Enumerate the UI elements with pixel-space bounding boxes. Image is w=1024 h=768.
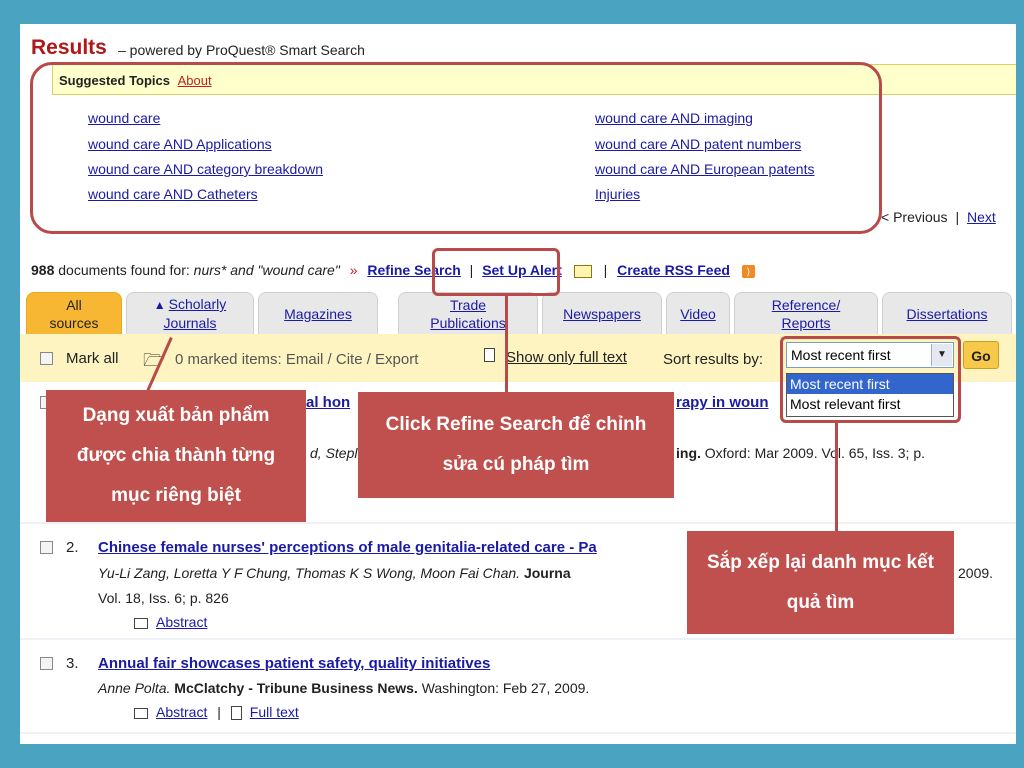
result-authors: Yu-Li Zang, Loretta Y F Chung, Thomas K … <box>98 565 521 581</box>
result-details: Oxford: Mar 2009. Vol. 65, Iss. 3; p. <box>704 445 926 461</box>
tab-newspapers[interactable]: Newspapers <box>542 292 662 334</box>
result-volume: Vol. 18, Iss. 6; p. 826 <box>98 590 229 606</box>
tab-label: Journals <box>163 315 217 331</box>
abstract-icon <box>134 707 148 719</box>
tab-trade-publications[interactable]: Trade Publications <box>398 292 538 334</box>
previous-link[interactable]: < Previous <box>881 209 948 225</box>
result-divider <box>20 522 1016 524</box>
tab-label: Scholarly <box>168 296 227 312</box>
page-title: Results <box>31 36 107 59</box>
refine-search-highlight <box>432 248 560 296</box>
result-divider <box>20 732 1016 734</box>
abstract-icon <box>134 617 148 629</box>
result-title-fragment[interactable]: rapy in woun <box>676 394 769 411</box>
result-title-fragment[interactable]: al hon <box>306 394 350 411</box>
sort-label: Sort results by: <box>663 351 764 368</box>
create-rss-feed-link[interactable]: Create RSS Feed <box>617 262 730 278</box>
result-checkbox[interactable] <box>40 657 53 670</box>
result-source: McClatchy - Tribune Business News. <box>174 680 418 696</box>
pagination-separator: | <box>955 209 960 225</box>
tab-all-sources[interactable]: All sources <box>26 292 122 334</box>
tab-label: Newspapers <box>563 305 641 322</box>
sort-connector <box>835 422 838 532</box>
result-source: Journa <box>523 565 571 581</box>
tab-label: sources <box>49 314 99 331</box>
result-source: ing. <box>676 445 701 461</box>
suggested-topics-highlight <box>30 62 882 234</box>
full-text-link[interactable]: Full text <box>250 704 299 720</box>
result-divider <box>20 638 1016 640</box>
tab-magazines[interactable]: Magazines <box>258 292 378 334</box>
tab-label: Magazines <box>284 305 352 322</box>
result-title[interactable]: Chinese female nurses' perceptions of ma… <box>98 539 597 556</box>
mark-all-checkbox[interactable] <box>40 352 53 365</box>
document-icon <box>230 706 242 721</box>
tab-reference-reports[interactable]: Reference/Reports <box>734 292 878 334</box>
result-citation: Anne Polta. McClatchy - Tribune Business… <box>98 680 589 696</box>
document-icon <box>484 346 495 364</box>
mark-all-label: Mark all <box>66 350 119 367</box>
result-links-row: Abstract | Full text <box>134 704 299 721</box>
tab-dissertations[interactable]: Dissertations <box>882 292 1012 334</box>
mortarboard-icon: ▲ <box>153 298 166 312</box>
results-panel: Results – powered by ProQuest® Smart Sea… <box>20 24 1016 744</box>
tab-scholarly-journals[interactable]: ▲ Scholarly Journals <box>126 292 254 334</box>
tab-label: Dissertations <box>906 305 988 322</box>
refine-connector <box>505 295 508 393</box>
result-year: 2009. <box>958 565 994 581</box>
sort-callout: Sắp xếp lại danh mục kết quả tìm <box>687 531 954 634</box>
result-number: 3. <box>66 655 79 672</box>
result-number: 2. <box>66 539 79 556</box>
result-checkbox[interactable] <box>40 541 53 554</box>
marked-items[interactable]: 0 marked items: Email / Cite / Export <box>175 351 418 368</box>
go-button[interactable]: Go <box>963 341 999 369</box>
tab-label: All <box>66 296 82 313</box>
abstract-link-row: Abstract <box>134 614 207 630</box>
tab-label: Reference/ <box>771 296 841 313</box>
sort-highlight <box>780 336 961 423</box>
tab-label: Reports <box>781 314 831 331</box>
envelope-icon <box>573 264 592 278</box>
rss-icon[interactable]: ) <box>741 264 755 278</box>
result-count: 988 <box>31 262 55 278</box>
result-authors: Anne Polta. <box>98 680 171 696</box>
powered-by: – powered by ProQuest® Smart Search <box>118 42 365 58</box>
tab-video[interactable]: Video <box>666 292 730 334</box>
result-authors: d, Stepl <box>310 445 358 461</box>
found-text: documents found for: <box>58 262 190 278</box>
tab-label: Publications <box>430 314 506 331</box>
pagination: < Previous | Next <box>881 209 996 225</box>
result-details: Washington: Feb 27, 2009. <box>421 680 590 696</box>
search-query: nurs* and "wound care" <box>193 262 340 278</box>
show-full-text-link[interactable]: Show only full text <box>506 349 627 366</box>
tab-label: Trade <box>449 296 487 313</box>
result-citation: Yu-Li Zang, Loretta Y F Chung, Thomas K … <box>98 565 571 581</box>
result-source-info: ing. Oxford: Mar 2009. Vol. 65, Iss. 3; … <box>676 445 925 461</box>
abstract-link[interactable]: Abstract <box>156 614 207 630</box>
abstract-link[interactable]: Abstract <box>156 704 207 720</box>
tab-label: Video <box>680 305 716 322</box>
results-summary: 988 documents found for: nurs* and "woun… <box>31 262 755 278</box>
pubtype-callout: Dạng xuất bản phẩm được chia thành từng … <box>46 390 306 522</box>
next-link[interactable]: Next <box>967 209 996 225</box>
result-title[interactable]: Annual fair showcases patient safety, qu… <box>98 655 490 672</box>
arrow-icon: » <box>349 262 358 278</box>
refine-callout: Click Refine Search để chỉnh sửa cú pháp… <box>358 392 674 498</box>
